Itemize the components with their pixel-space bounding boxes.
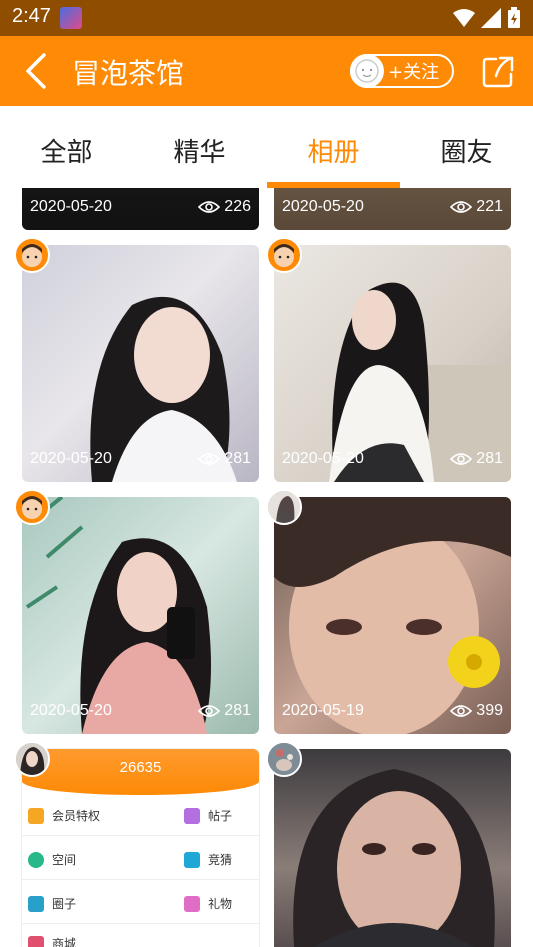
wifi-icon: [453, 9, 475, 27]
tab-bar: 全部 精华 相册 圈友: [0, 106, 533, 188]
menu-item: 礼物: [184, 895, 232, 912]
face-icon: [355, 59, 379, 83]
user-avatar[interactable]: [14, 489, 50, 525]
menu-item: 圈子: [28, 895, 76, 912]
portrait-image: [293, 769, 495, 947]
view-count: 281: [224, 702, 251, 719]
photo-card[interactable]: 2020-05-20 221: [274, 188, 511, 230]
photo-card[interactable]: 2020-05-19 399: [274, 497, 511, 734]
menu-item-label: 空间: [52, 853, 77, 867]
menu-item: 竞猜: [184, 851, 232, 868]
share-icon: [482, 56, 514, 88]
battery-icon: [508, 7, 520, 28]
menu-item-label: 帖子: [208, 809, 233, 823]
photo-card[interactable]: 2020-05-20 281: [22, 497, 259, 734]
view-count: 226: [224, 198, 251, 215]
star-icon: [184, 851, 200, 868]
photo-views: 281: [450, 450, 503, 468]
photo-date: 2020-05-20: [282, 198, 364, 215]
photo-views: 226: [198, 198, 251, 216]
shop-icon: [28, 935, 44, 947]
menu-item-label: 圈子: [52, 897, 77, 911]
follow-label: +关注: [388, 62, 440, 83]
view-count: 281: [224, 450, 251, 467]
back-button[interactable]: [18, 51, 58, 91]
eye-icon: [198, 201, 221, 213]
photo-date: 2020-05-19: [282, 702, 364, 719]
menu-item: 会员特权: [28, 807, 100, 824]
eye-icon: [198, 705, 221, 717]
menu-item-label: 竞猜: [208, 853, 233, 867]
back-arrow-icon: [26, 53, 46, 89]
user-avatar[interactable]: [14, 741, 50, 777]
status-bar: 2:47: [0, 0, 533, 36]
photo-card[interactable]: 2020-05-20 281: [22, 245, 259, 482]
photo-views: 281: [198, 702, 251, 720]
photo-views: 281: [198, 450, 251, 468]
menu-item: 空间: [28, 851, 76, 868]
share-button[interactable]: [480, 54, 516, 90]
crown-icon: [28, 807, 44, 824]
divider: [22, 879, 259, 880]
eye-icon: [198, 453, 221, 465]
gift-icon: [184, 895, 200, 912]
tab-members[interactable]: 圈友: [400, 132, 533, 169]
view-count: 281: [476, 450, 503, 467]
divider: [22, 923, 259, 924]
photo-views: 221: [450, 198, 503, 216]
menu-item: 帖子: [184, 807, 232, 824]
photo-date: 2020-05-20: [30, 702, 112, 719]
photo-date: 2020-05-20: [30, 450, 112, 467]
photo-avatar-icon: [268, 743, 300, 775]
user-avatar[interactable]: [266, 237, 302, 273]
photo-card[interactable]: 26635 会员特权 帖子 空间 竞猜 圈子 礼物 商城: [22, 749, 259, 947]
cartoon-avatar-icon: [22, 496, 42, 519]
user-avatar[interactable]: [266, 741, 302, 777]
photo-date: 2020-05-20: [30, 198, 112, 215]
tab-all[interactable]: 全部: [0, 132, 133, 169]
portrait-image: [90, 296, 237, 482]
status-icons: [453, 7, 521, 29]
view-count: 221: [476, 198, 503, 215]
divider: [22, 835, 259, 836]
signal-icon: [481, 8, 501, 28]
photo-avatar-icon: [16, 743, 48, 775]
photo-grid: 2020-05-20 226 2020-05-20 221 2020-05-20…: [0, 188, 533, 947]
space-icon: [28, 851, 44, 868]
tab-album[interactable]: 相册: [267, 132, 400, 169]
photo-card[interactable]: 2020-05-20 226: [22, 188, 259, 230]
menu-item-label: 礼物: [208, 897, 233, 911]
eye-icon: [450, 201, 473, 213]
eye-icon: [450, 705, 473, 717]
status-time: 2:47: [12, 5, 51, 27]
eye-icon: [450, 453, 473, 465]
photo-avatar-icon: [268, 491, 300, 523]
menu-item: 商城: [28, 935, 76, 947]
photo-card[interactable]: [274, 749, 511, 947]
menu-item-label: 商城: [52, 937, 77, 947]
photo-date: 2020-05-20: [282, 450, 364, 467]
follow-button[interactable]: +关注: [350, 54, 454, 88]
photo-card[interactable]: 2020-05-20 281: [274, 245, 511, 482]
tab-featured[interactable]: 精华: [133, 132, 266, 169]
cartoon-avatar-icon: [274, 244, 294, 267]
user-avatar[interactable]: [266, 489, 302, 525]
post-icon: [184, 807, 200, 824]
menu-item-label: 会员特权: [52, 809, 101, 823]
follow-avatar: [350, 54, 384, 88]
portrait-image: [274, 497, 511, 734]
app-bar: 冒泡茶馆 +关注: [0, 36, 533, 106]
portrait-image: [25, 497, 211, 734]
portrait-image: [329, 282, 511, 482]
circle-icon: [28, 895, 44, 912]
user-avatar[interactable]: [14, 237, 50, 273]
menu-number: 26635: [119, 759, 162, 776]
view-count: 399: [476, 702, 503, 719]
app-notification-icon: [60, 7, 82, 29]
page-title: 冒泡茶馆: [72, 57, 185, 90]
photo-views: 399: [450, 702, 503, 720]
cartoon-avatar-icon: [22, 244, 42, 267]
